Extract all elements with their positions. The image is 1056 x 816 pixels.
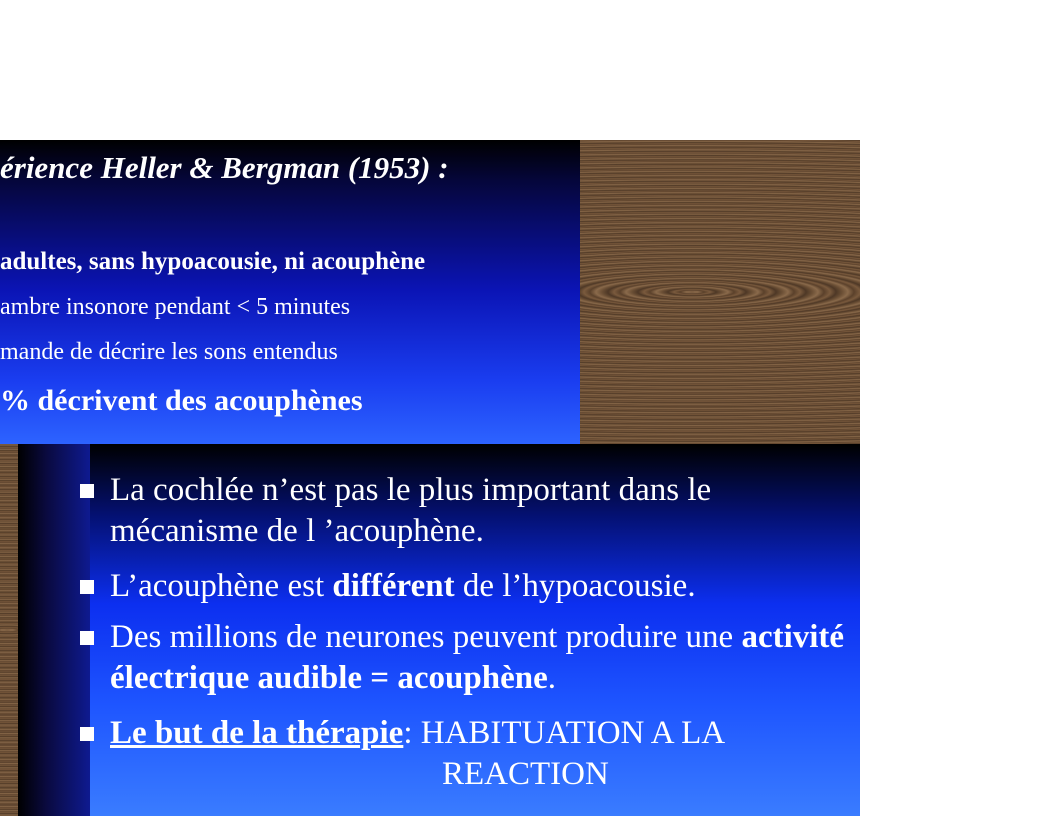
square-bullet-icon bbox=[80, 631, 94, 645]
therapy-goal-text: : HABITUATION A LA bbox=[403, 715, 726, 751]
experiment-line-2: ambre insonore pendant < 5 minutes bbox=[0, 294, 351, 320]
wood-texture-strip bbox=[0, 444, 18, 816]
wood-texture-image bbox=[580, 140, 860, 444]
square-bullet-icon bbox=[80, 727, 94, 741]
bullet-text-pre: L’acouphène est bbox=[110, 568, 333, 604]
bullet-cochlea: La cochlée n’est pas le plus important d… bbox=[80, 470, 850, 552]
bullet-list: La cochlée n’est pas le plus important d… bbox=[80, 470, 850, 809]
therapy-goal-label: Le but de la thérapie bbox=[110, 715, 404, 751]
bullet-therapy-goal: Le but de la thérapie: HABITUATION A LA … bbox=[80, 713, 850, 795]
experiment-line-1: adultes, sans hypoacousie, ni acouphène bbox=[0, 248, 426, 275]
bullet-text-post: de l’hypoacousie. bbox=[454, 568, 696, 604]
bullet-text-bold: différent bbox=[332, 568, 455, 604]
therapy-goal-continuation: REACTION bbox=[442, 756, 609, 792]
bullet-neurons: Des millions de neurones peuvent produir… bbox=[80, 617, 850, 699]
bullet-text-pre: Des millions de neurones peuvent produir… bbox=[110, 619, 742, 655]
main-slide-panel: La cochlée n’est pas le plus important d… bbox=[18, 444, 860, 816]
bullet-difference: L’acouphène est différent de l’hypoacous… bbox=[80, 566, 850, 607]
experiment-line-4: % décrivent des acouphènes bbox=[0, 384, 363, 417]
square-bullet-icon bbox=[80, 484, 94, 498]
bullet-text-post: . bbox=[547, 660, 556, 696]
experiment-heading: érience Heller & Bergman (1953) : bbox=[0, 150, 449, 185]
bullet-text: La cochlée n’est pas le plus important d… bbox=[110, 472, 712, 549]
experiment-panel: érience Heller & Bergman (1953) : adulte… bbox=[0, 140, 580, 444]
square-bullet-icon bbox=[80, 580, 94, 594]
experiment-line-3: mande de décrire les sons entendus bbox=[0, 339, 338, 365]
